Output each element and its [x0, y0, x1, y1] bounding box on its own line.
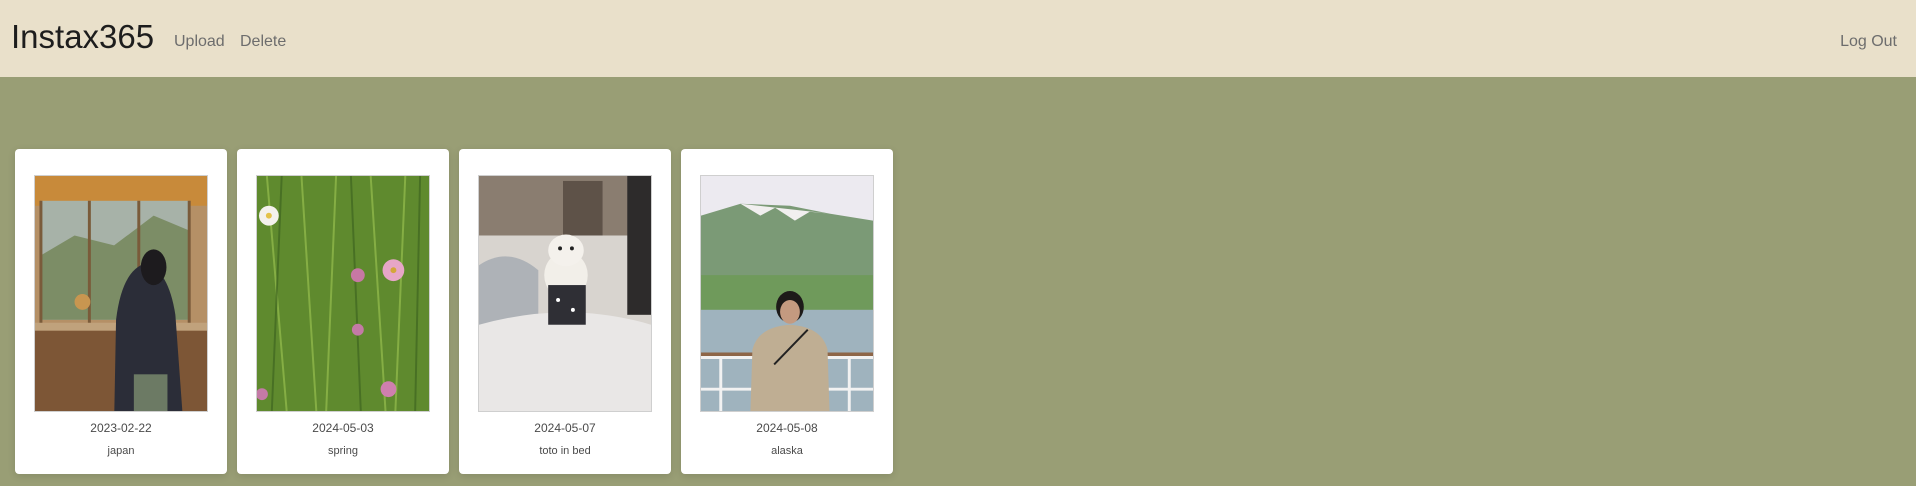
photo-image[interactable] — [700, 175, 874, 412]
photo-caption: alaska — [771, 445, 803, 457]
photo-alaska-image — [701, 176, 873, 411]
photo-date: 2023-02-22 — [90, 421, 152, 435]
nav-upload-link[interactable]: Upload — [174, 31, 225, 53]
photo-date: 2024-05-07 — [534, 421, 596, 435]
photo-caption: spring — [328, 445, 358, 457]
photo-image[interactable] — [256, 175, 430, 412]
photo-image[interactable] — [34, 175, 208, 412]
photo-spring-image — [257, 176, 429, 411]
photo-image[interactable] — [478, 175, 652, 412]
photo-caption: toto in bed — [539, 445, 591, 457]
photo-toto-image — [479, 176, 651, 411]
nav-delete-link[interactable]: Delete — [240, 31, 286, 53]
photo-caption: japan — [107, 445, 135, 457]
photo-date: 2024-05-08 — [756, 421, 818, 435]
photo-card[interactable]: 2023-02-22 japan — [15, 149, 227, 474]
photo-card[interactable]: 2024-05-08 alaska — [681, 149, 893, 474]
photo-card[interactable]: 2024-05-07 toto in bed — [459, 149, 671, 474]
photo-card[interactable]: 2024-05-03 spring — [237, 149, 449, 474]
photo-japan-image — [35, 176, 207, 411]
photo-date: 2024-05-03 — [312, 421, 374, 435]
brand-logo[interactable]: Instax365 — [11, 17, 154, 57]
top-navbar: Instax365 Upload Delete Log Out — [0, 0, 1916, 77]
nav-logout-link[interactable]: Log Out — [1840, 31, 1897, 53]
